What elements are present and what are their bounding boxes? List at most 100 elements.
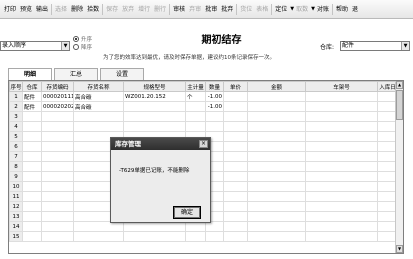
ok-button[interactable]: 确定 <box>173 206 201 219</box>
table-cell[interactable] <box>205 221 224 232</box>
table-cell[interactable] <box>223 121 248 132</box>
table-cell[interactable] <box>41 211 74 222</box>
table-cell[interactable] <box>223 211 248 222</box>
table-cell[interactable] <box>22 121 42 132</box>
scroll-down-icon[interactable]: ▼ <box>396 245 403 253</box>
toolbar-button-13[interactable]: 批弃 <box>219 3 235 16</box>
table-cell[interactable] <box>305 121 378 132</box>
table-cell[interactable]: 0000202020 <box>41 101 74 112</box>
table-cell[interactable] <box>223 141 248 152</box>
table-cell[interactable] <box>247 231 306 242</box>
table-cell[interactable] <box>123 231 186 242</box>
toolbar-button-0[interactable]: 打印 <box>2 3 18 16</box>
table-cell[interactable] <box>247 171 306 182</box>
table-cell[interactable] <box>22 141 42 152</box>
toolbar-button-19[interactable]: 帮助 <box>334 3 350 16</box>
table-cell[interactable] <box>247 151 306 162</box>
table-cell[interactable] <box>41 181 74 192</box>
table-cell[interactable] <box>73 221 124 232</box>
table-cell[interactable] <box>205 111 224 122</box>
table-cell[interactable] <box>305 191 378 202</box>
table-cell[interactable] <box>247 221 306 232</box>
column-header[interactable]: 存货编码 <box>41 81 74 92</box>
table-cell[interactable] <box>305 171 378 182</box>
table-cell[interactable]: -1.00 <box>205 91 224 102</box>
table-cell[interactable] <box>247 161 306 172</box>
table-cell[interactable] <box>205 231 224 242</box>
table-cell[interactable] <box>223 151 248 162</box>
table-cell[interactable] <box>123 111 186 122</box>
table-cell[interactable] <box>247 111 306 122</box>
warehouse-select[interactable]: 配件 ▼ <box>340 41 410 51</box>
table-cell[interactable] <box>41 231 74 242</box>
table-cell[interactable] <box>41 121 74 132</box>
table-cell[interactable] <box>22 171 42 182</box>
table-row[interactable]: 14 <box>9 221 398 232</box>
toolbar-button-20[interactable]: 退 <box>350 3 360 16</box>
tab-2[interactable]: 设置 <box>100 68 144 80</box>
toolbar-button-4[interactable]: 删除 <box>69 3 85 16</box>
column-header[interactable]: 主计量 <box>185 81 206 92</box>
table-cell[interactable] <box>305 201 378 212</box>
toolbar-button-18[interactable]: 对账 <box>315 3 331 16</box>
table-cell[interactable]: 高合碳 <box>73 101 124 112</box>
table-cell[interactable] <box>223 191 248 202</box>
table-cell[interactable] <box>247 121 306 132</box>
toolbar-button-2[interactable]: 输出 <box>34 3 50 16</box>
table-cell[interactable] <box>305 141 378 152</box>
table-cell[interactable] <box>41 221 74 232</box>
tab-1[interactable]: 汇总 <box>54 68 98 80</box>
column-header[interactable]: 规格型号 <box>123 81 186 92</box>
table-cell[interactable] <box>185 221 206 232</box>
table-cell[interactable] <box>247 91 306 102</box>
table-cell[interactable] <box>247 181 306 192</box>
toolbar-button-16[interactable]: 定位 <box>273 3 289 16</box>
table-cell[interactable]: 高合碳 <box>73 91 124 102</box>
table-cell[interactable] <box>223 91 248 102</box>
table-row[interactable]: 3 <box>9 111 398 122</box>
table-cell[interactable] <box>123 121 186 132</box>
table-cell[interactable] <box>305 151 378 162</box>
table-cell[interactable] <box>223 161 248 172</box>
table-cell[interactable] <box>223 101 248 112</box>
table-row[interactable]: 4 <box>9 121 398 132</box>
table-cell[interactable] <box>22 221 42 232</box>
table-cell[interactable] <box>223 111 248 122</box>
table-cell[interactable] <box>41 161 74 172</box>
table-row[interactable]: 1配件0000201112高合碳WZ001.20.152个-1.00 <box>9 91 398 102</box>
table-cell[interactable] <box>305 161 378 172</box>
table-cell[interactable] <box>305 91 378 102</box>
table-cell[interactable] <box>22 231 42 242</box>
table-cell[interactable] <box>73 121 124 132</box>
table-cell[interactable] <box>305 211 378 222</box>
scroll-up-icon[interactable]: ▲ <box>396 81 403 89</box>
table-cell[interactable]: WZ001.20.152 <box>123 91 186 102</box>
table-cell[interactable] <box>185 231 206 242</box>
toolbar-button-10[interactable]: 审核 <box>171 3 187 16</box>
table-cell[interactable] <box>22 191 42 202</box>
table-cell[interactable] <box>41 141 74 152</box>
table-row[interactable]: 2配件0000202020高合碳 -1.00 <box>9 101 398 112</box>
table-cell[interactable] <box>73 111 124 122</box>
table-cell[interactable] <box>41 151 74 162</box>
table-row[interactable]: 15 <box>9 231 398 242</box>
column-header[interactable]: 金额 <box>247 81 306 92</box>
table-cell[interactable] <box>185 121 206 132</box>
table-cell[interactable] <box>247 141 306 152</box>
table-cell[interactable] <box>22 151 42 162</box>
table-cell[interactable] <box>22 111 42 122</box>
vertical-scrollbar[interactable]: ▲ ▼ <box>395 81 403 253</box>
table-cell[interactable] <box>305 181 378 192</box>
toolbar-button-12[interactable]: 批审 <box>203 3 219 16</box>
close-icon[interactable]: × <box>199 140 208 148</box>
table-cell[interactable] <box>123 221 186 232</box>
table-cell[interactable] <box>41 171 74 182</box>
table-cell[interactable] <box>22 131 42 142</box>
table-cell[interactable] <box>123 101 186 112</box>
table-cell[interactable]: -1.00 <box>205 101 224 112</box>
table-cell[interactable] <box>223 231 248 242</box>
table-cell[interactable] <box>22 181 42 192</box>
chevron-down-icon[interactable]: ▼ <box>401 42 409 50</box>
table-cell[interactable]: 配件 <box>22 101 42 112</box>
table-cell[interactable] <box>305 221 378 232</box>
